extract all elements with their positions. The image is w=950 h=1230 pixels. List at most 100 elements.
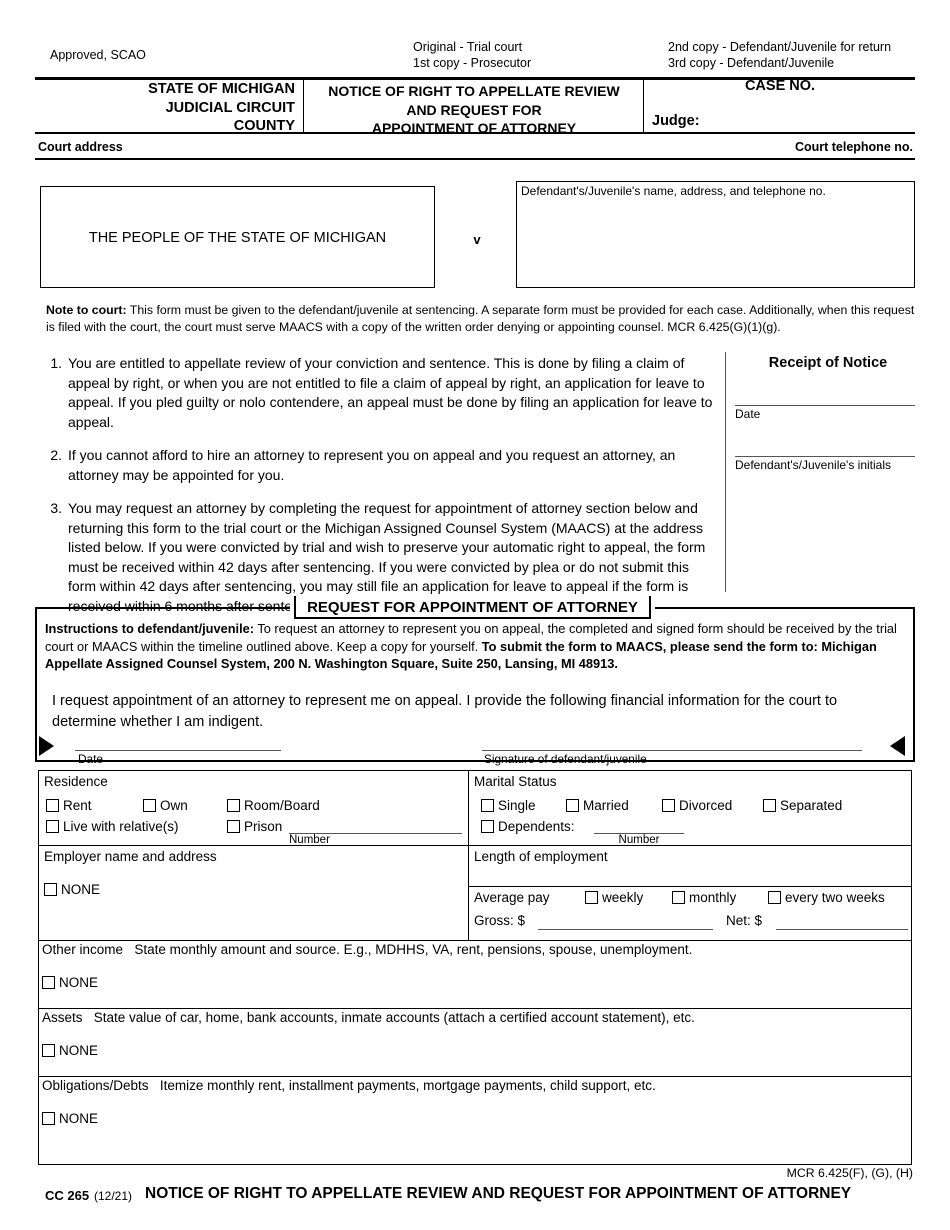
notice-item: 2. If you cannot afford to hire an attor…	[44, 446, 719, 485]
obligations-row: Obligations/Debts Itemize monthly rent, …	[42, 1078, 656, 1093]
checkbox-employer-none[interactable]: NONE	[44, 882, 100, 897]
county-label: COUNTY	[233, 118, 295, 134]
checkbox-icon	[143, 799, 156, 812]
checkbox-label: Own	[160, 798, 188, 813]
receipt-initials-caption: Defendant's/Juvenile's initials	[735, 458, 891, 472]
checkbox-icon	[585, 891, 598, 904]
checkbox-label: NONE	[59, 975, 99, 990]
checkbox-icon	[42, 1044, 55, 1057]
checkbox-label: Divorced	[679, 798, 733, 813]
notice-item-number: 2.	[50, 447, 62, 463]
receipt-date-line[interactable]	[735, 405, 915, 406]
obligations-label: Obligations/Debts	[42, 1078, 149, 1093]
checkbox-label: Prison	[244, 819, 283, 834]
financial-grid-row-rule-4	[38, 1076, 912, 1077]
checkbox-icon	[44, 883, 57, 896]
checkbox-residence-rent[interactable]: Rent	[46, 798, 92, 813]
checkbox-marital-dependents[interactable]: Dependents:	[481, 819, 575, 834]
checkbox-assets-none[interactable]: NONE	[42, 1043, 98, 1058]
signature-line[interactable]	[482, 750, 862, 751]
checkbox-label: weekly	[602, 890, 644, 905]
gross-pay-label: Gross: $	[474, 913, 526, 928]
distribution-right-line-1: 2nd copy - Defendant/Juvenile for return	[668, 40, 892, 54]
net-pay-input-line[interactable]	[776, 929, 908, 930]
receipt-initials-line[interactable]	[735, 456, 915, 457]
checkbox-icon	[662, 799, 675, 812]
caption-divider-left	[303, 77, 304, 134]
notice-item-number: 3.	[50, 500, 62, 516]
form-revision-date: (12/21)	[94, 1189, 133, 1203]
checkbox-label: Married	[583, 798, 629, 813]
checkbox-icon	[672, 891, 685, 904]
court-identification: STATE OF MICHIGAN JUDICIAL CIRCUIT COUNT…	[45, 80, 295, 136]
checkbox-residence-own[interactable]: Own	[143, 798, 188, 813]
checkbox-residence-prison[interactable]: Prison	[227, 819, 282, 834]
notice-item-number: 1.	[50, 355, 62, 371]
checkbox-icon	[227, 799, 240, 812]
form-title-line-2: AND REQUEST FOR	[406, 101, 542, 118]
checkbox-residence-room-board[interactable]: Room/Board	[227, 798, 320, 813]
checkbox-marital-divorced[interactable]: Divorced	[662, 798, 732, 813]
checkbox-label: Dependents:	[498, 819, 575, 834]
form-page: Approved, SCAO Original - Trial court 1s…	[0, 0, 950, 1230]
checkbox-icon	[481, 820, 494, 833]
checkbox-other-income-none[interactable]: NONE	[42, 975, 98, 990]
checkbox-label: Room/Board	[244, 798, 320, 813]
notice-item-text: You are entitled to appellate review of …	[68, 355, 713, 430]
receipt-divider	[725, 352, 726, 592]
obligations-hint: Itemize monthly rent, installment paymen…	[159, 1078, 656, 1093]
distribution-center-line-2: 1st copy - Prosecutor	[413, 56, 532, 70]
checkbox-icon	[42, 976, 55, 989]
request-instructions: Instructions to defendant/juvenile: To r…	[45, 620, 907, 673]
form-title-line-3: APPOINTMENT OF ATTORNEY	[371, 120, 577, 136]
signature-date-caption: Date	[78, 752, 103, 766]
note-to-court-label: Note to court:	[46, 303, 127, 317]
checkbox-residence-live-with-relatives[interactable]: Live with relative(s)	[46, 819, 179, 834]
note-to-court: Note to court: This form must be given t…	[46, 302, 915, 335]
checkbox-obligations-none[interactable]: NONE	[42, 1111, 98, 1126]
checkbox-label: Separated	[780, 798, 843, 813]
distribution-center: Original - Trial court 1st copy - Prosec…	[413, 39, 531, 71]
financial-grid-row-rule-1	[38, 845, 912, 846]
checkbox-marital-separated[interactable]: Separated	[763, 798, 842, 813]
notice-items-list: 1. You are entitled to appellate review …	[44, 354, 719, 616]
checkbox-icon	[42, 1112, 55, 1125]
checkbox-pay-weekly[interactable]: weekly	[585, 890, 643, 905]
signature-arrow-right-icon	[39, 736, 54, 756]
residence-label: Residence	[44, 774, 108, 789]
gross-pay-input-line[interactable]	[538, 929, 713, 930]
form-title-block: NOTICE OF RIGHT TO APPELLATE REVIEW AND …	[310, 82, 638, 138]
average-pay-label: Average pay	[474, 890, 550, 905]
signature-date-line[interactable]	[75, 750, 281, 751]
financial-grid-vertical-divider	[468, 770, 469, 940]
versus-label: v	[473, 232, 481, 247]
checkbox-label: NONE	[59, 1043, 99, 1058]
request-statement: I request appointment of an attorney to …	[52, 693, 838, 730]
court-telephone-label: Court telephone no.	[794, 140, 913, 154]
checkbox-icon	[227, 820, 240, 833]
form-code: CC 265	[45, 1188, 90, 1203]
caption-divider-right	[643, 77, 644, 134]
checkbox-icon	[566, 799, 579, 812]
assets-row: Assets State value of car, home, bank ac…	[42, 1010, 695, 1025]
other-income-hint: State monthly amount and source. E.g., M…	[134, 942, 693, 957]
checkbox-pay-every-two-weeks[interactable]: every two weeks	[768, 890, 885, 905]
other-income-label: Other income	[42, 942, 124, 957]
financial-grid-row-rule-2	[38, 940, 912, 941]
plaintiff-name: THE PEOPLE OF THE STATE OF MICHIGAN	[88, 230, 387, 246]
checkbox-marital-married[interactable]: Married	[566, 798, 629, 813]
request-section-title: REQUEST FOR APPOINTMENT OF ATTORNEY	[307, 599, 638, 616]
checkbox-marital-single[interactable]: Single	[481, 798, 536, 813]
dependents-number-caption: Number	[618, 834, 660, 846]
checkbox-pay-monthly[interactable]: monthly	[672, 890, 736, 905]
court-address-rule	[35, 158, 915, 160]
checkbox-icon	[481, 799, 494, 812]
distribution-center-line-1: Original - Trial court	[413, 40, 523, 54]
checkbox-icon	[763, 799, 776, 812]
checkbox-label: Rent	[63, 798, 92, 813]
judicial-circuit-label: JUDICIAL CIRCUIT	[165, 99, 295, 116]
form-title-line-1: NOTICE OF RIGHT TO APPELLATE REVIEW	[328, 83, 620, 99]
distribution-right-line-2: 3rd copy - Defendant/Juvenile	[668, 56, 835, 70]
mcr-citation: MCR 6.425(F), (G), (H)	[786, 1166, 913, 1180]
checkbox-label: every two weeks	[785, 890, 885, 905]
